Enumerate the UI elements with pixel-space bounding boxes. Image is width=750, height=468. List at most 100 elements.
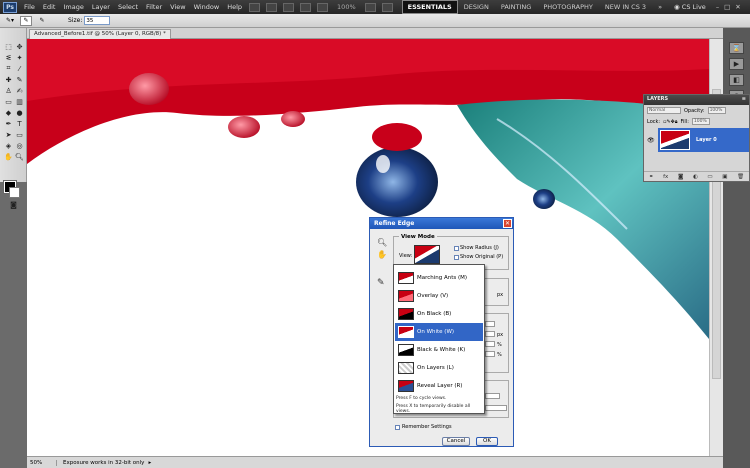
refine-radius-tool-icon[interactable]: ✎ [377,278,385,288]
background-color-swatch[interactable] [9,187,20,198]
document-canvas[interactable] [27,39,709,456]
dialog-close-icon[interactable]: ✕ [503,219,512,228]
workspace-design[interactable]: DESIGN [458,3,495,11]
contrast-field[interactable] [485,341,495,347]
cancel-button[interactable]: Cancel [442,437,470,446]
quick-selection-tool-icon[interactable]: ✦ [14,53,25,62]
opacity-field[interactable]: 100% [707,107,726,114]
hand-tool-icon[interactable]: ✋ [377,250,387,259]
lock-icons[interactable]: ▫✎✥🔒︎ [663,119,677,125]
marquee-tool-icon[interactable]: ⬚ [3,42,14,51]
workspace-new-in-cs[interactable]: NEW IN CS 3 [599,3,652,11]
link-layers-icon[interactable]: ⚭ [649,174,654,180]
color-panel-icon[interactable]: ◧ [729,74,744,86]
move-tool-icon[interactable]: ✥ [14,42,25,51]
blend-mode-select[interactable]: Normal [647,107,681,114]
workspace-essentials[interactable]: ESSENTIALS [401,0,458,14]
shape-tool-icon[interactable]: ▭ [14,130,25,139]
lasso-tool-icon[interactable]: ᓬ [3,53,14,62]
view-option-on-white[interactable]: On White (W) [395,323,483,341]
cs-live-button[interactable]: ◉ CS Live [674,3,706,11]
view-thumbnail[interactable] [414,245,440,264]
arrange-documents-icon[interactable] [364,2,376,12]
gradient-tool-icon[interactable]: ▥ [14,97,25,106]
refine-radius-icon[interactable]: ✎ [20,15,32,26]
menu-file[interactable]: File [20,3,39,11]
hand-tool-icon[interactable] [300,2,312,12]
screen-mode-icon[interactable] [381,2,393,12]
pen-tool-icon[interactable]: ✒ [3,119,14,128]
menu-image[interactable]: Image [59,3,87,11]
show-original-checkbox[interactable]: Show Original (P) [454,254,503,260]
status-zoom[interactable]: 50% [27,459,57,466]
actions-panel-icon[interactable]: ▶ [729,58,744,70]
view-option-on-black[interactable]: On Black (B) [395,305,483,323]
type-tool-icon[interactable]: T [14,119,25,128]
layer-name: Layer 0 [696,137,717,143]
smooth-field[interactable] [485,321,495,327]
view-option-marching-ants[interactable]: Marching Ants (M) [395,269,483,287]
history-panel-icon[interactable]: ⌛ [729,42,744,54]
status-menu-icon[interactable]: ▸ [148,460,151,466]
menu-view[interactable]: View [166,3,189,11]
mini-bridge-icon[interactable] [266,2,278,12]
menu-window[interactable]: Window [190,3,224,11]
hand-tool-icon[interactable]: ✋ [3,152,14,161]
eye-icon[interactable]: 👁︎ [647,137,655,144]
remember-settings-checkbox[interactable]: Remember Settings [395,424,452,430]
eraser-tool-icon[interactable]: ▭ [3,97,14,106]
new-layer-icon[interactable]: ▣ [722,174,727,180]
zoom-tool-icon[interactable] [317,2,329,12]
workspace-more-icon[interactable]: » [652,3,668,11]
output-to-select[interactable] [485,405,507,411]
crop-tool-icon[interactable]: ⌗ [3,64,14,73]
fx-icon[interactable]: fx [663,174,668,180]
brush-tool-icon[interactable]: ✎ [14,75,25,84]
layer-row[interactable]: Layer 0 [658,128,749,152]
maximize-icon[interactable]: □ [724,3,730,11]
menu-help[interactable]: Help [223,3,246,11]
healing-brush-tool-icon[interactable]: ✚ [3,75,14,84]
path-selection-tool-icon[interactable]: ➤ [3,130,14,139]
view-option-reveal-layer[interactable]: Reveal Layer (R) [395,377,483,395]
menu-layer[interactable]: Layer [88,3,114,11]
amount-field[interactable] [485,393,500,399]
show-radius-checkbox[interactable]: Show Radius (J) [454,245,499,251]
group-icon[interactable]: ▭ [707,174,712,180]
close-icon[interactable]: ✕ [735,3,740,11]
view-option-overlay[interactable]: Overlay (V) [395,287,483,305]
feather-field[interactable] [485,331,495,337]
minimize-icon[interactable]: – [716,3,719,11]
workspace-painting[interactable]: PAINTING [495,3,538,11]
menu-select[interactable]: Select [114,3,142,11]
document-tab[interactable]: Advanced_Before1.tif @ 50% (Layer 0, RGB… [29,29,171,39]
add-mask-icon[interactable]: ◙ [678,174,683,180]
brush-preset-icon[interactable]: ✎▾ [4,16,16,26]
ok-button[interactable]: OK [476,437,498,446]
shift-edge-field[interactable] [485,351,495,357]
3d-orbit-tool-icon[interactable]: ◎ [14,141,25,150]
blur-tool-icon[interactable]: ◆ [3,108,14,117]
zoom-level[interactable]: 100% [337,3,356,11]
history-brush-tool-icon[interactable]: ✍ [14,86,25,95]
panel-menu-icon[interactable]: ≡ [742,96,746,104]
quick-mask-icon[interactable]: ◙ [8,200,19,209]
erase-refinements-icon[interactable]: ✎ [36,16,48,26]
eyedropper-tool-icon[interactable]: ⁄ [14,64,25,73]
3d-rotate-tool-icon[interactable]: ◈ [3,141,14,150]
bridge-icon[interactable] [249,2,261,12]
workspace-photography[interactable]: PHOTOGRAPHY [537,3,599,11]
menu-filter[interactable]: Filter [142,3,166,11]
dodge-tool-icon[interactable]: ● [14,108,25,117]
extras-icon[interactable] [283,2,295,12]
view-option-on-layers[interactable]: On Layers (L) [395,359,483,377]
zoom-tool-icon[interactable]: 🔍︎ [377,238,387,247]
menu-edit[interactable]: Edit [39,3,60,11]
trash-icon[interactable]: 🗑︎ [737,174,744,180]
zoom-tool-icon[interactable]: 🔍︎ [14,152,25,161]
adjustment-layer-icon[interactable]: ◐ [693,174,698,180]
view-option-black-white[interactable]: Black & White (K) [395,341,483,359]
size-input[interactable] [84,16,111,25]
fill-field[interactable]: 100% [691,118,710,125]
clone-stamp-tool-icon[interactable]: ♙ [3,86,14,95]
